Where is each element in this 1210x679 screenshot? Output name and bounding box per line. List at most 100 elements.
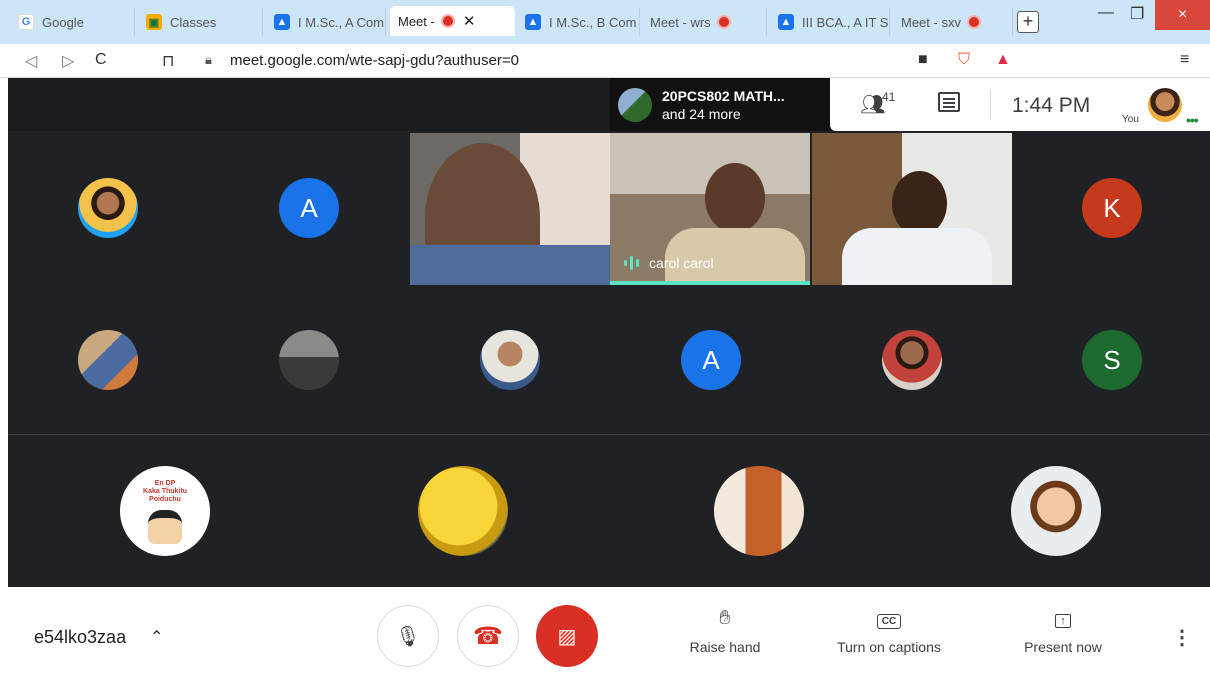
camera-off-icon: ▨ [557,625,577,648]
tab-google[interactable]: G Google [10,8,135,36]
tab-label: Meet - sxv [901,14,961,30]
participant-name-tag: carol carol [624,255,714,271]
tab-meet-active[interactable]: ◀ Meet - ✕ [390,6,515,36]
user-icon: ▲ [274,14,290,30]
participant-avatar[interactable]: A [279,178,339,238]
maximize-icon[interactable]: ❐ [1130,4,1144,24]
tab-msc-a[interactable]: ▲ I M.Sc., A Com [266,8,386,36]
section-divider [8,434,1210,435]
tab-msc-b[interactable]: ▲ I M.Sc., B Com [517,8,640,36]
presenter-title: 20PCS802 MATH... [662,87,785,104]
video-tile-speaking[interactable]: carol carol [610,133,810,285]
captions-icon: CC [826,607,952,631]
participant-shirt [842,228,992,285]
cartoon-face [148,510,182,544]
new-tab-button[interactable]: + [1017,11,1039,33]
clock: 1:44 PM [1012,94,1091,117]
participant-figure [892,171,947,236]
participant-avatar[interactable] [1011,466,1101,556]
participant-avatar[interactable] [279,330,339,390]
participant-avatar[interactable] [714,466,804,556]
presentation-indicator[interactable]: 20PCS802 MATH... and 24 more [610,78,830,131]
participant-avatar[interactable] [480,330,540,390]
menu-icon[interactable]: ≡ [1180,51,1189,69]
minimize-icon[interactable]: — [1098,4,1114,22]
chevron-up-icon[interactable]: ⌃ [150,627,163,647]
more-options-icon[interactable]: ⋮ [1172,625,1192,650]
reload-icon[interactable]: C [95,51,107,69]
speaking-icon [624,260,627,266]
tab-meet-sxv[interactable]: ◀ Meet - sxv [893,8,1013,36]
present-icon: ↑ [1016,607,1110,631]
user-icon: ▲ [525,14,541,30]
participant-avatar[interactable] [882,330,942,390]
microphone-button[interactable]: 🎙︎ [377,605,439,667]
participant-avatar[interactable] [78,178,138,238]
recording-icon [442,16,453,26]
meeting-info-bar: 👥︎ 41 1:44 PM You ••• [830,78,1210,131]
captions-button[interactable]: CC Turn on captions [826,607,952,655]
window-close-button[interactable]: × [1155,0,1210,30]
forward-icon[interactable]: ▷ [62,51,74,71]
camera-toggle-button[interactable]: ▨ [536,605,598,667]
recording-icon [718,17,729,27]
video-tile[interactable] [812,133,1012,285]
hang-up-icon: ☎︎ [473,622,503,650]
participant-figure [705,163,765,233]
google-icon: G [18,14,34,30]
participant-avatar[interactable]: K [1082,178,1142,238]
self-activity-icon: ••• [1186,112,1199,128]
present-now-button[interactable]: ↑ Present now [1016,607,1110,655]
participant-avatar[interactable]: S [1082,330,1142,390]
participant-avatar-sticker[interactable]: En DP Kaka Thukitu Poiduchu [120,466,210,556]
participant-name: carol carol [649,255,714,271]
tab-label: III BCA., A IT SI [802,14,890,30]
camera-icon[interactable]: ■ [918,51,928,69]
raise-hand-label: Raise hand [689,639,761,655]
tab-classes[interactable]: ▣ Classes [138,8,263,36]
meeting-controls: e54lko3zaa ⌃ 🎙︎ ☎︎ ▨ ✋︎ Raise hand CC Tu… [0,587,1210,679]
tab-label: Meet - wrs [650,14,711,30]
tab-label: Classes [170,14,217,30]
tab-label: Google [42,14,84,30]
recording-icon [968,17,979,27]
brave-shield-icon[interactable]: ⛉ [958,51,970,69]
speaking-indicator [610,281,810,285]
speaking-icon [630,256,633,270]
participant-avatar[interactable] [418,466,508,556]
close-tab-icon[interactable]: ✕ [463,12,476,30]
brave-rewards-icon[interactable]: ▲ [995,51,1011,69]
tab-label: I M.Sc., A Com [298,14,384,30]
divider [990,90,991,120]
present-label: Present now [1024,639,1102,655]
video-tile[interactable] [410,133,610,285]
meet-grid: 20PCS802 MATH... and 24 more 👥︎ 41 1:44 … [8,78,1210,587]
top-dark-strip [8,78,610,131]
tab-bca[interactable]: ▲ III BCA., A IT SI [770,8,890,36]
participant-shirt [410,245,610,285]
address-bar[interactable]: meet.google.com/wte-sapj-gdu?authuser=0 [230,52,519,69]
browser-toolbar: ◁ ▷ C ⊓ 🔒︎ meet.google.com/wte-sapj-gdu?… [0,44,1210,78]
leave-call-button[interactable]: ☎︎ [457,605,519,667]
user-icon: ▲ [778,14,794,30]
tab-meet-wrs[interactable]: ◀ Meet - wrs [642,8,767,36]
back-icon[interactable]: ◁ [25,51,37,71]
lock-icon: 🔒︎ [205,52,212,67]
participant-count: 41 [882,90,896,104]
tab-label: Meet - [398,13,435,29]
chat-icon[interactable] [938,92,960,112]
sticker-text: En DP Kaka Thukitu Poiduchu [143,480,187,503]
hand-icon: ✋︎ [719,607,731,629]
self-avatar[interactable] [1148,88,1182,122]
captions-label: Turn on captions [837,639,941,655]
meeting-code[interactable]: e54lko3zaa [34,627,126,648]
presenter-avatar [618,87,652,122]
browser-tab-strip: G Google ▣ Classes ▲ I M.Sc., A Com ◀ Me… [0,0,1210,44]
participant-avatar[interactable]: A [681,330,741,390]
presenter-subtitle: and 24 more [662,105,741,122]
participant-avatar[interactable] [78,330,138,390]
microphone-icon: 🎙︎ [395,625,421,648]
tab-label: I M.Sc., B Com [549,14,637,30]
bookmark-icon[interactable]: ⊓ [162,51,174,71]
raise-hand-button[interactable]: ✋︎ Raise hand [680,607,770,655]
